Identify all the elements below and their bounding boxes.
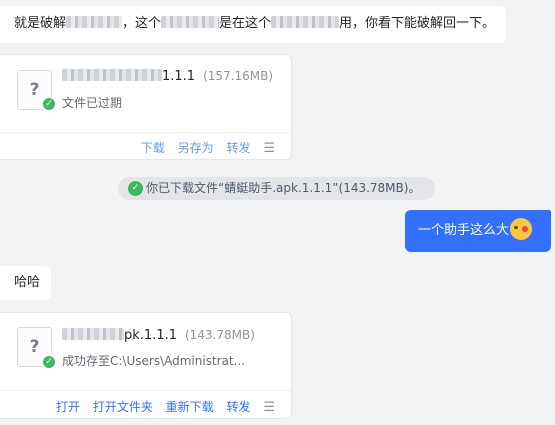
message-incoming-text: 哈哈 bbox=[0, 266, 51, 300]
file-status: 成功存至C:\Users\Administrat... bbox=[62, 354, 246, 368]
message-incoming-text: 就是破解 ，这个 是在这个 用，你看下能破解回一下。 bbox=[0, 6, 506, 43]
file-actions: 打开 打开文件夹 重新下载 转发 ☰ bbox=[47, 398, 275, 415]
download-button[interactable]: 下载 bbox=[141, 141, 165, 155]
save-as-button[interactable]: 另存为 bbox=[178, 141, 214, 155]
message-outgoing-text: 一个助手这么大 bbox=[405, 210, 551, 252]
file-status: 文件已过期 bbox=[62, 96, 123, 110]
more-menu-icon[interactable]: ☰ bbox=[263, 141, 275, 156]
card-divider bbox=[0, 390, 291, 391]
open-folder-button[interactable]: 打开文件夹 bbox=[93, 400, 153, 414]
file-name: pk.1.1.1 (143.78MB) bbox=[62, 328, 255, 343]
redacted-text bbox=[271, 16, 340, 28]
redacted-text bbox=[161, 16, 220, 28]
check-circle-icon: ✓ bbox=[128, 181, 143, 196]
message-text: 一个助手这么大 bbox=[418, 223, 510, 238]
message-text-part: 就是破解 bbox=[14, 16, 67, 31]
file-actions: 下载 另存为 转发 ☰ bbox=[132, 139, 275, 156]
file-size: (143.78MB) bbox=[185, 328, 255, 342]
message-text: 哈哈 bbox=[14, 275, 41, 290]
open-button[interactable]: 打开 bbox=[56, 400, 80, 414]
redacted-filename bbox=[62, 328, 124, 340]
system-notice: ✓ 你已下载文件“蜻蜓助手.apk.1.1.1”(143.78MB)。 bbox=[118, 177, 435, 200]
laughing-emoji-icon bbox=[510, 218, 533, 240]
system-notice-text: 你已下载文件“蜻蜓助手.apk.1.1.1”(143.78MB)。 bbox=[146, 181, 421, 195]
file-card-expired[interactable]: ? ✓ 1.1.1 (157.16MB) 文件已过期 下载 另存为 转发 ☰ bbox=[0, 54, 292, 160]
check-circle-icon: ✓ bbox=[41, 96, 57, 112]
redacted-text bbox=[66, 16, 123, 28]
file-size: (157.16MB) bbox=[203, 69, 274, 83]
file-name: 1.1.1 (157.16MB) bbox=[62, 69, 273, 84]
more-menu-icon[interactable]: ☰ bbox=[263, 400, 275, 415]
redownload-button[interactable]: 重新下载 bbox=[166, 400, 214, 414]
message-text-part: 是在这个 bbox=[219, 16, 272, 31]
message-text-part: ，这个 bbox=[122, 16, 162, 31]
message-text-part: 用，你看下能破解回一下。 bbox=[339, 16, 496, 31]
file-card-downloaded[interactable]: ? ✓ pk.1.1.1 (143.78MB) 成功存至C:\Users\Admi… bbox=[0, 312, 292, 419]
card-divider bbox=[0, 132, 291, 133]
redacted-filename bbox=[62, 69, 162, 81]
forward-button[interactable]: 转发 bbox=[227, 400, 251, 414]
forward-button[interactable]: 转发 bbox=[227, 141, 251, 155]
check-circle-icon: ✓ bbox=[41, 354, 57, 370]
